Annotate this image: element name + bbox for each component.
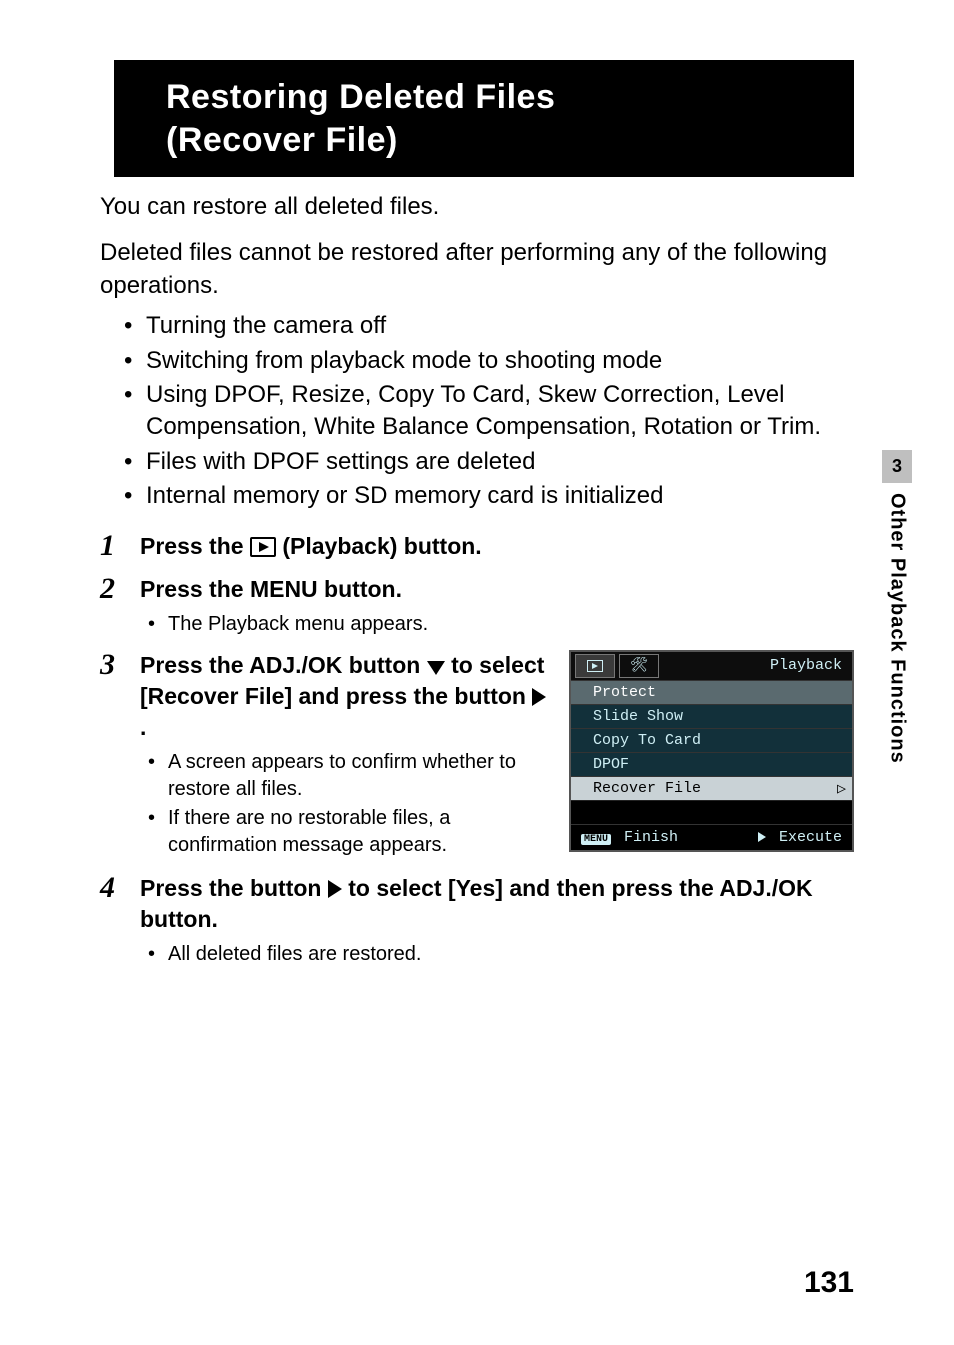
step-3: 3 Press the ADJ./OK button to select [Re… (100, 650, 854, 861)
step-1: 1 Press the (Playback) button. (100, 531, 854, 562)
step-number: 1 (100, 529, 115, 563)
camera-menu-items: Protect Slide Show Copy To Card DPOF Rec… (571, 680, 852, 824)
step-sub-list: The Playback menu appears. (140, 611, 854, 638)
list-item: Using DPOF, Resize, Copy To Card, Skew C… (124, 379, 854, 444)
step-heading: Press the MENU button. (140, 574, 854, 605)
step-text-post: . (140, 714, 146, 740)
list-item: Internal memory or SD memory card is ini… (124, 480, 854, 512)
step-sub-list: A screen appears to confirm whether to r… (140, 749, 549, 859)
camera-menu-footer: MENU Finish Execute (571, 824, 852, 850)
camera-footer-right: Execute (758, 829, 842, 846)
menu-badge-icon: MENU (581, 834, 611, 845)
step-number: 2 (100, 572, 115, 606)
list-item: Turning the camera off (124, 310, 854, 342)
step-4: 4 Press the button to select [Yes] and t… (100, 873, 854, 968)
submenu-arrow-icon: ▷ (837, 779, 846, 798)
step-number: 4 (100, 871, 115, 905)
intro-line-1: You can restore all deleted files. (100, 191, 854, 223)
playback-icon (587, 660, 603, 672)
step-heading: Press the (Playback) button. (140, 531, 854, 562)
camera-menu-item: DPOF (571, 752, 852, 776)
step-text-pre: Press the ADJ./OK button (140, 652, 427, 678)
down-triangle-icon (427, 661, 445, 675)
section-title: Restoring Deleted Files (Recover File) (166, 76, 828, 161)
camera-tab-setup: 🛠 (619, 654, 659, 678)
step-2: 2 Press the MENU button. The Playback me… (100, 574, 854, 638)
camera-menu-item-label: Slide Show (593, 708, 683, 725)
camera-menu-item-label: Copy To Card (593, 732, 701, 749)
camera-footer-right-label: Execute (779, 829, 842, 846)
list-item: The Playback menu appears. (148, 611, 854, 638)
section-title-line1: Restoring Deleted Files (166, 78, 555, 116)
step-sub-list: All deleted files are restored. (140, 941, 854, 968)
list-item: Files with DPOF settings are deleted (124, 446, 854, 478)
camera-menu-item-label: Recover File (593, 780, 701, 797)
steps-list: 1 Press the (Playback) button. 2 Press t… (100, 531, 854, 968)
wrench-icon: 🛠 (630, 657, 648, 674)
step-text-pre: Press the button (140, 875, 328, 901)
step-text-post: (Playback) button. (282, 533, 481, 559)
step-text-pre: Press the (140, 533, 250, 559)
list-item: If there are no restorable files, a conf… (148, 805, 549, 859)
camera-menu-item-label: Protect (593, 684, 656, 701)
camera-tab-playback (575, 654, 615, 678)
list-item: Switching from playback mode to shooting… (124, 345, 854, 377)
right-triangle-icon (532, 688, 546, 706)
camera-menu-item: Protect (571, 680, 852, 704)
list-item: All deleted files are restored. (148, 941, 854, 968)
camera-menu-title: Playback (770, 657, 842, 674)
right-triangle-icon (758, 832, 766, 842)
intro-line-2: Deleted files cannot be restored after p… (100, 237, 854, 302)
section-title-line2: (Recover File) (166, 121, 398, 159)
playback-icon (250, 537, 276, 557)
right-triangle-icon (328, 880, 342, 898)
step-number: 3 (100, 648, 115, 682)
list-item: A screen appears to confirm whether to r… (148, 749, 549, 803)
manual-page: Restoring Deleted Files (Recover File) Y… (0, 0, 954, 1345)
camera-menu-item-empty (571, 800, 852, 824)
camera-footer-left: MENU Finish (581, 829, 678, 846)
camera-tab-row: 🛠 Playback (571, 652, 852, 680)
chapter-number: 3 (882, 450, 912, 483)
camera-footer-left-label: Finish (624, 829, 678, 846)
page-number: 131 (804, 1266, 854, 1300)
camera-menu-item: Slide Show (571, 704, 852, 728)
chapter-label: Other Playback Functions (886, 493, 909, 764)
section-title-block: Restoring Deleted Files (Recover File) (100, 60, 854, 177)
camera-menu-item: Copy To Card (571, 728, 852, 752)
side-tab: 3 Other Playback Functions (880, 450, 914, 764)
step-heading: Press the ADJ./OK button to select [Reco… (140, 650, 549, 743)
invalidation-list: Turning the camera off Switching from pl… (100, 310, 854, 512)
camera-menu-screenshot: 🛠 Playback Protect Slide Show Copy To Ca… (569, 650, 854, 852)
camera-menu-item-label: DPOF (593, 756, 629, 773)
step-heading: Press the button to select [Yes] and the… (140, 873, 854, 935)
camera-menu-item-highlighted: Recover File ▷ (571, 776, 852, 800)
